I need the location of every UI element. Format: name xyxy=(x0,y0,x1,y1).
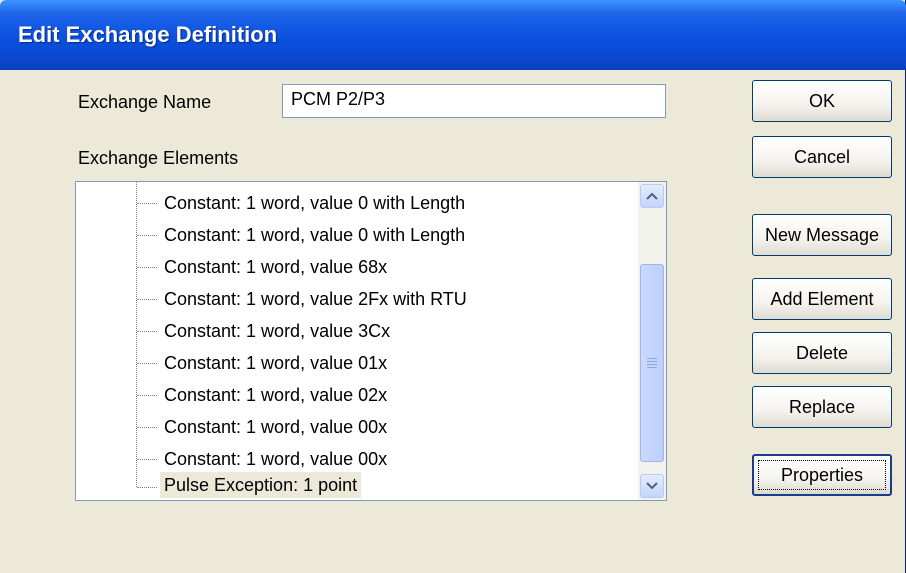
ok-button[interactable]: OK xyxy=(752,80,892,122)
vertical-scrollbar[interactable] xyxy=(638,182,666,500)
thumb-grip xyxy=(647,361,657,362)
chevron-up-icon xyxy=(646,192,658,200)
chevron-down-icon xyxy=(646,482,658,490)
cancel-button[interactable]: Cancel xyxy=(752,136,892,178)
tree-item[interactable]: Constant: 1 word, value 3Cx xyxy=(160,318,394,344)
tree-branch xyxy=(137,267,157,268)
add-element-button[interactable]: Add Element xyxy=(752,278,892,320)
tree-branch xyxy=(137,331,157,332)
tree-branch xyxy=(137,235,157,236)
delete-button[interactable]: Delete xyxy=(752,332,892,374)
edit-exchange-dialog: Edit Exchange Definition Exchange Name P… xyxy=(0,0,906,573)
tree-item[interactable]: Constant: 1 word, value 02x xyxy=(160,382,391,408)
title-bar[interactable]: Edit Exchange Definition xyxy=(0,0,906,70)
tree-connector-line xyxy=(136,182,137,487)
tree-branch xyxy=(137,395,157,396)
exchange-name-input[interactable]: PCM P2/P3 xyxy=(282,84,666,118)
properties-button[interactable]: Properties xyxy=(752,454,892,496)
focus-ring xyxy=(758,460,886,490)
tree-item[interactable]: Constant: 1 word, value 0 with Length xyxy=(160,222,469,248)
thumb-grip xyxy=(647,364,657,365)
tree-item-selected[interactable]: Pulse Exception: 1 point xyxy=(160,472,362,498)
scroll-up-button[interactable] xyxy=(640,184,664,208)
scroll-down-button[interactable] xyxy=(640,474,664,498)
tree-branch xyxy=(137,459,157,460)
exchange-name-label: Exchange Name xyxy=(78,92,212,112)
tree-item[interactable]: Constant: 1 word, value 01x xyxy=(160,350,391,376)
thumb-grip xyxy=(647,367,657,368)
tree-item[interactable]: Constant: 1 word, value 00x xyxy=(160,446,391,472)
tree-branch xyxy=(137,203,157,204)
exchange-elements-label: Exchange Elements xyxy=(78,148,239,168)
tree-branch xyxy=(137,363,157,364)
replace-button[interactable]: Replace xyxy=(752,386,892,428)
tree-branch xyxy=(137,427,157,428)
tree-item[interactable]: Constant: 1 word, value 0 with Length xyxy=(160,190,469,216)
tree-item[interactable]: Constant: 1 word, value 2Fx with RTU xyxy=(160,286,471,312)
tree-branch xyxy=(137,487,157,488)
scroll-thumb[interactable] xyxy=(640,264,664,462)
tree-item[interactable]: Constant: 1 word, value 00x xyxy=(160,414,391,440)
new-message-button[interactable]: New Message xyxy=(752,214,892,256)
exchange-elements-tree[interactable]: Constant: 1 word, value 0 with Length Co… xyxy=(75,181,667,501)
tree-item[interactable]: Constant: 1 word, value 68x xyxy=(160,254,391,280)
tree-branch xyxy=(137,299,157,300)
window-title: Edit Exchange Definition xyxy=(18,22,278,47)
thumb-grip xyxy=(647,358,657,359)
